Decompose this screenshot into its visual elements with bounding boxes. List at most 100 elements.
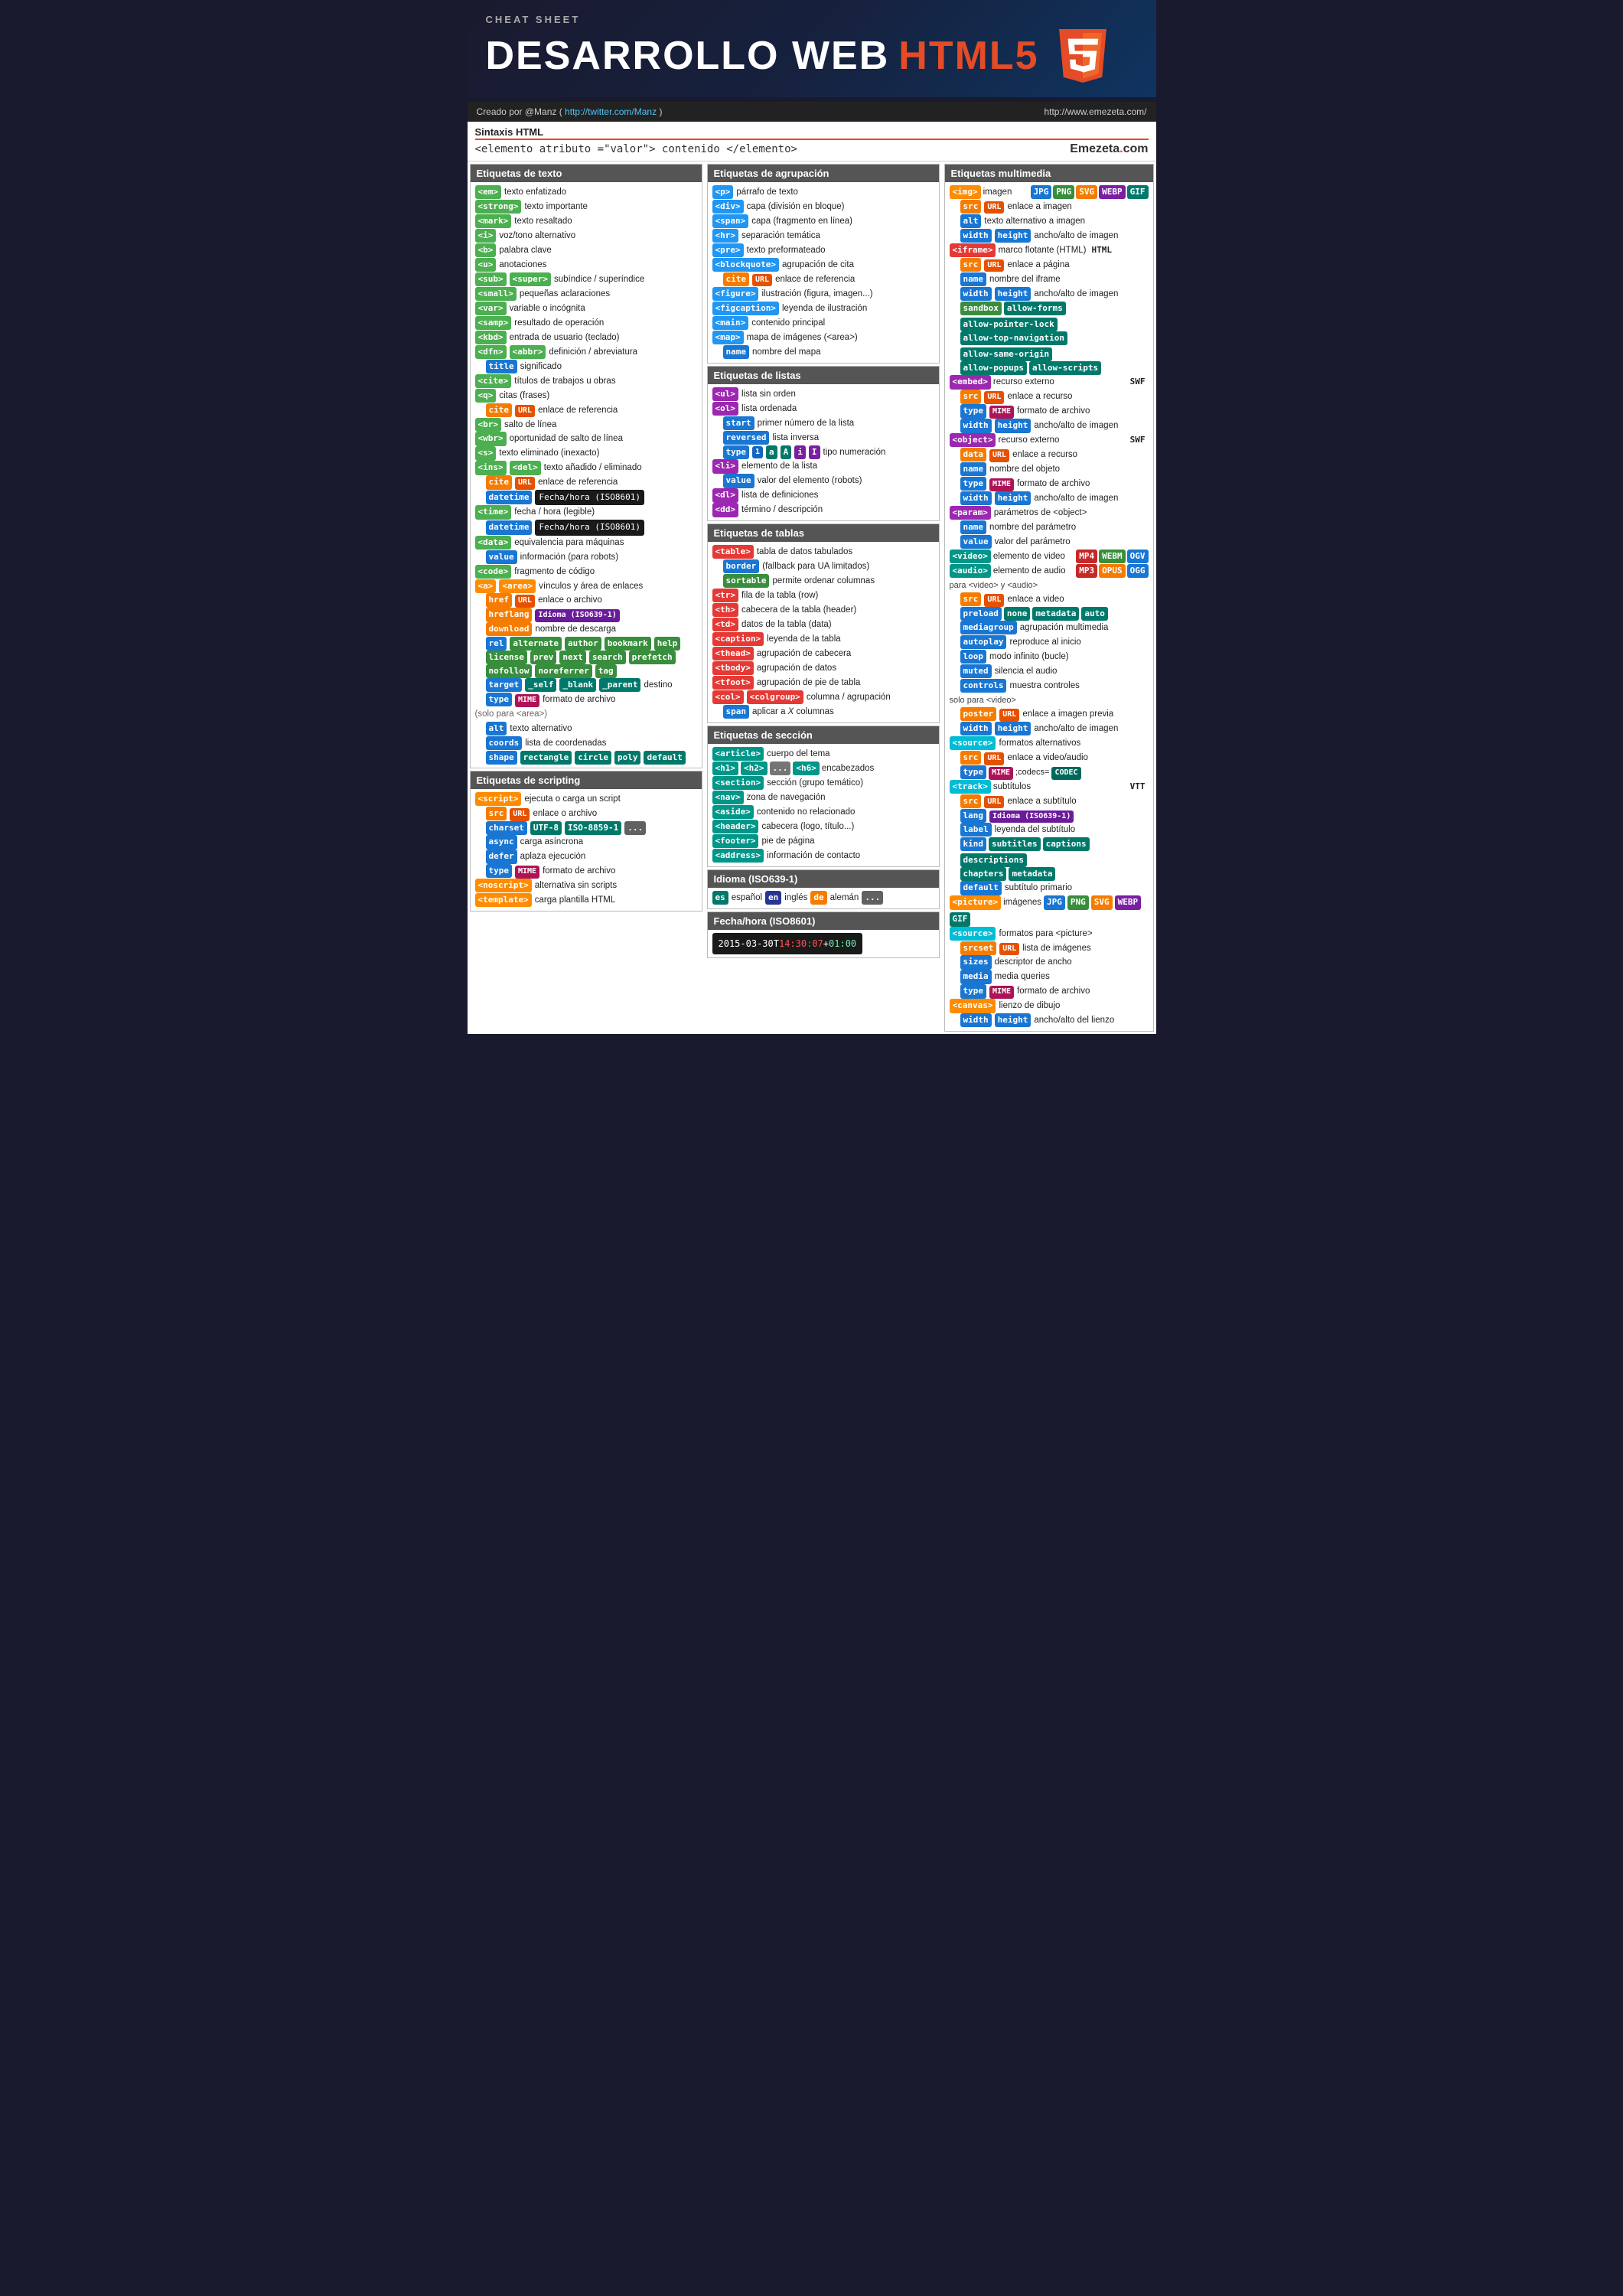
- attr-default: default: [644, 751, 685, 765]
- val-mime-source-pic: MIME: [989, 986, 1014, 999]
- val-url-object: URL: [989, 449, 1009, 462]
- attr-download: download: [486, 622, 533, 636]
- track-desc: subtítulos: [993, 780, 1031, 794]
- val-chapters: chapters: [960, 867, 1007, 881]
- defer-desc: aplaza ejecución: [520, 850, 586, 864]
- q-desc: citas (frases): [499, 389, 549, 403]
- tag-header: <header>: [712, 820, 759, 833]
- audio-desc: elemento de audio: [993, 564, 1066, 579]
- i-desc: voz/tono alternativo: [499, 229, 575, 243]
- val-mime-embed: MIME: [989, 406, 1014, 419]
- name-iframe-desc: nombre del iframe: [989, 272, 1061, 287]
- wbr-desc: oportunidad de salto de línea: [510, 432, 623, 446]
- col-left: Etiquetas de texto <em>texto enfatizado …: [468, 161, 705, 1034]
- fmt-swf-embed: SWF: [1127, 375, 1149, 389]
- attr-width-img: width: [960, 229, 992, 243]
- attr-value: value: [486, 550, 517, 564]
- cite-ins-desc: enlace de referencia: [538, 475, 618, 490]
- tag-map: <map>: [712, 331, 744, 344]
- attr-poster: poster: [960, 707, 997, 721]
- attr-prev: prev: [530, 651, 557, 664]
- em-desc: texto enfatizado: [504, 185, 566, 200]
- attr-utf8: UTF-8: [530, 821, 562, 835]
- attr-allow-popups: allow-popups: [960, 361, 1027, 375]
- attr-sizes: sizes: [960, 955, 992, 969]
- attr-preload: preload: [960, 607, 1002, 621]
- h-desc: encabezados: [822, 762, 874, 776]
- src-track-desc: enlace a subtítulo: [1007, 794, 1076, 809]
- val-1: 1: [752, 446, 763, 459]
- val-i-lower: i: [794, 445, 806, 459]
- dd-desc: término / descripción: [741, 503, 823, 517]
- start-desc: primer número de la lista: [758, 416, 855, 431]
- ol-desc: lista ordenada: [741, 402, 797, 416]
- tag-super: <super>: [510, 272, 551, 286]
- val-url-embed: URL: [984, 391, 1004, 404]
- attr-type-source: type: [960, 765, 987, 779]
- attr-alternate: alternate: [510, 637, 562, 651]
- attr-search: search: [589, 651, 626, 664]
- main-desc: contenido principal: [751, 316, 825, 331]
- tag-article: <article>: [712, 747, 764, 761]
- section-multimedia-title: Etiquetas multimedia: [945, 165, 1153, 182]
- thead-desc: agrupación de cabecera: [757, 647, 851, 661]
- tag-nav: <nav>: [712, 791, 744, 804]
- attr-start: start: [723, 416, 754, 430]
- coords-desc: lista de coordenadas: [525, 736, 606, 751]
- attr-data-object: data: [960, 448, 987, 461]
- attr-coords: coords: [486, 736, 523, 750]
- section-multimedia: Etiquetas multimedia <img> imagen JPG PN…: [944, 164, 1154, 1032]
- fmt-svg: SVG: [1076, 185, 1097, 199]
- tag-s: <s>: [475, 446, 497, 460]
- title-html5: HTML5: [898, 36, 1038, 76]
- tag-strong: <strong>: [475, 200, 522, 214]
- dfn-desc: definición / abreviatura: [549, 345, 637, 360]
- attr-type-script: type: [486, 864, 513, 878]
- val-es: es: [712, 891, 728, 905]
- attr-height-video: height: [995, 722, 1031, 735]
- datetime-val: Fecha/hora (ISO8601): [535, 490, 644, 505]
- fmt-png: PNG: [1053, 185, 1074, 199]
- attr-type-ol: type: [723, 445, 750, 459]
- wh-embed-desc: ancho/alto de imagen: [1034, 419, 1118, 433]
- attr-nofollow: nofollow: [486, 664, 533, 678]
- val-mime-source: MIME: [989, 767, 1013, 780]
- tbody-desc: agrupación de datos: [757, 661, 836, 676]
- section-listas: Etiquetas de listas <ul>lista sin orden …: [707, 366, 940, 522]
- attr-parent: _parent: [599, 678, 640, 692]
- mark-desc: texto resaltado: [514, 214, 572, 229]
- embed-desc: recurso externo: [993, 375, 1054, 390]
- section-idioma-body: es español en inglés de alemán ...: [708, 888, 939, 908]
- ul-desc: lista sin orden: [741, 387, 796, 402]
- span-desc-col: aplicar a X columnas: [752, 705, 834, 719]
- tag-code: <code>: [475, 565, 512, 579]
- tag-q: <q>: [475, 389, 497, 403]
- attr-prefetch: prefetch: [629, 651, 676, 664]
- attr-type-a: type: [486, 693, 513, 706]
- attr-lang-track: lang: [960, 809, 987, 823]
- sortable-desc: permite ordenar columnas: [772, 574, 875, 589]
- controls-desc: muestra controles: [1009, 679, 1079, 693]
- tag-object: <object>: [950, 433, 996, 447]
- fmt-png-pic: PNG: [1067, 895, 1089, 909]
- tag-blockquote: <blockquote>: [712, 258, 779, 272]
- th-desc: cabecera de la tabla (header): [741, 603, 856, 618]
- wh-img-desc: ancho/alto de imagen: [1034, 229, 1118, 243]
- tag-table: <table>: [712, 545, 754, 559]
- attr-blank: _blank: [559, 678, 596, 692]
- address-desc: información de contacto: [767, 849, 860, 863]
- twitter-link[interactable]: http://twitter.com/Manz: [565, 106, 657, 117]
- section-seccion-body: <article>cuerpo del tema <h1> <h2> ... <…: [708, 744, 939, 866]
- name-param-desc: nombre del parámetro: [989, 520, 1076, 535]
- val-none: none: [1004, 607, 1031, 621]
- attr-noreferrer: noreferrer: [535, 664, 592, 678]
- header-subtitle: Creado por @Manz ( http://twitter.com/Ma…: [468, 102, 1156, 122]
- attr-default-track: default: [960, 881, 1002, 895]
- tag-td: <td>: [712, 618, 739, 631]
- tag-audio: <audio>: [950, 564, 991, 578]
- cheat-label: CHEAT SHEET: [486, 14, 1138, 25]
- section-fecha-body: 2015-03-30T14:30:07+01:00: [708, 930, 939, 957]
- attr-width-video: width: [960, 722, 992, 735]
- footer-desc: pie de página: [761, 834, 814, 849]
- attr-allow-pointer: allow-pointer-lock: [960, 318, 1058, 331]
